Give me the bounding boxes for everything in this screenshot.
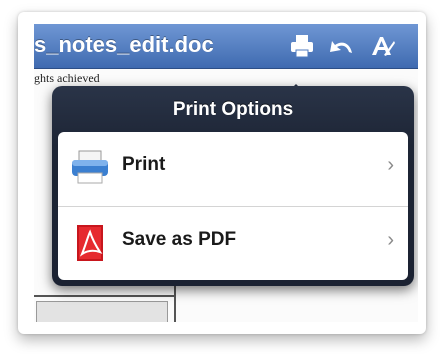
- chevron-right-icon: ›: [387, 229, 394, 251]
- printer-icon[interactable]: [288, 33, 316, 59]
- print-options-list: Print › Save as PDF ›: [58, 132, 408, 280]
- text-format-icon[interactable]: [368, 33, 396, 59]
- table-divider: [34, 295, 174, 297]
- embedded-figure: [36, 301, 168, 322]
- popover-title: Print Options: [172, 99, 294, 120]
- print-options-popover: Print Options Print › Save as PDF ›: [52, 86, 414, 286]
- print-option[interactable]: Print ›: [58, 132, 408, 202]
- save-as-pdf-label: Save as PDF: [122, 229, 237, 250]
- printer-icon: [72, 150, 108, 184]
- top-toolbar: s_notes_edit.doc: [34, 24, 418, 69]
- undo-arrow-icon[interactable]: [328, 33, 356, 59]
- document-title: s_notes_edit.doc: [34, 32, 214, 57]
- document-text-line: ghts achieved: [34, 71, 100, 85]
- chevron-right-icon: ›: [387, 154, 394, 176]
- app-screen: s_notes_edit.doc ghts achieved Print Opt…: [34, 24, 418, 322]
- print-label: Print: [122, 154, 166, 175]
- save-as-pdf-option[interactable]: Save as PDF ›: [58, 206, 408, 277]
- pdf-icon: [77, 225, 103, 261]
